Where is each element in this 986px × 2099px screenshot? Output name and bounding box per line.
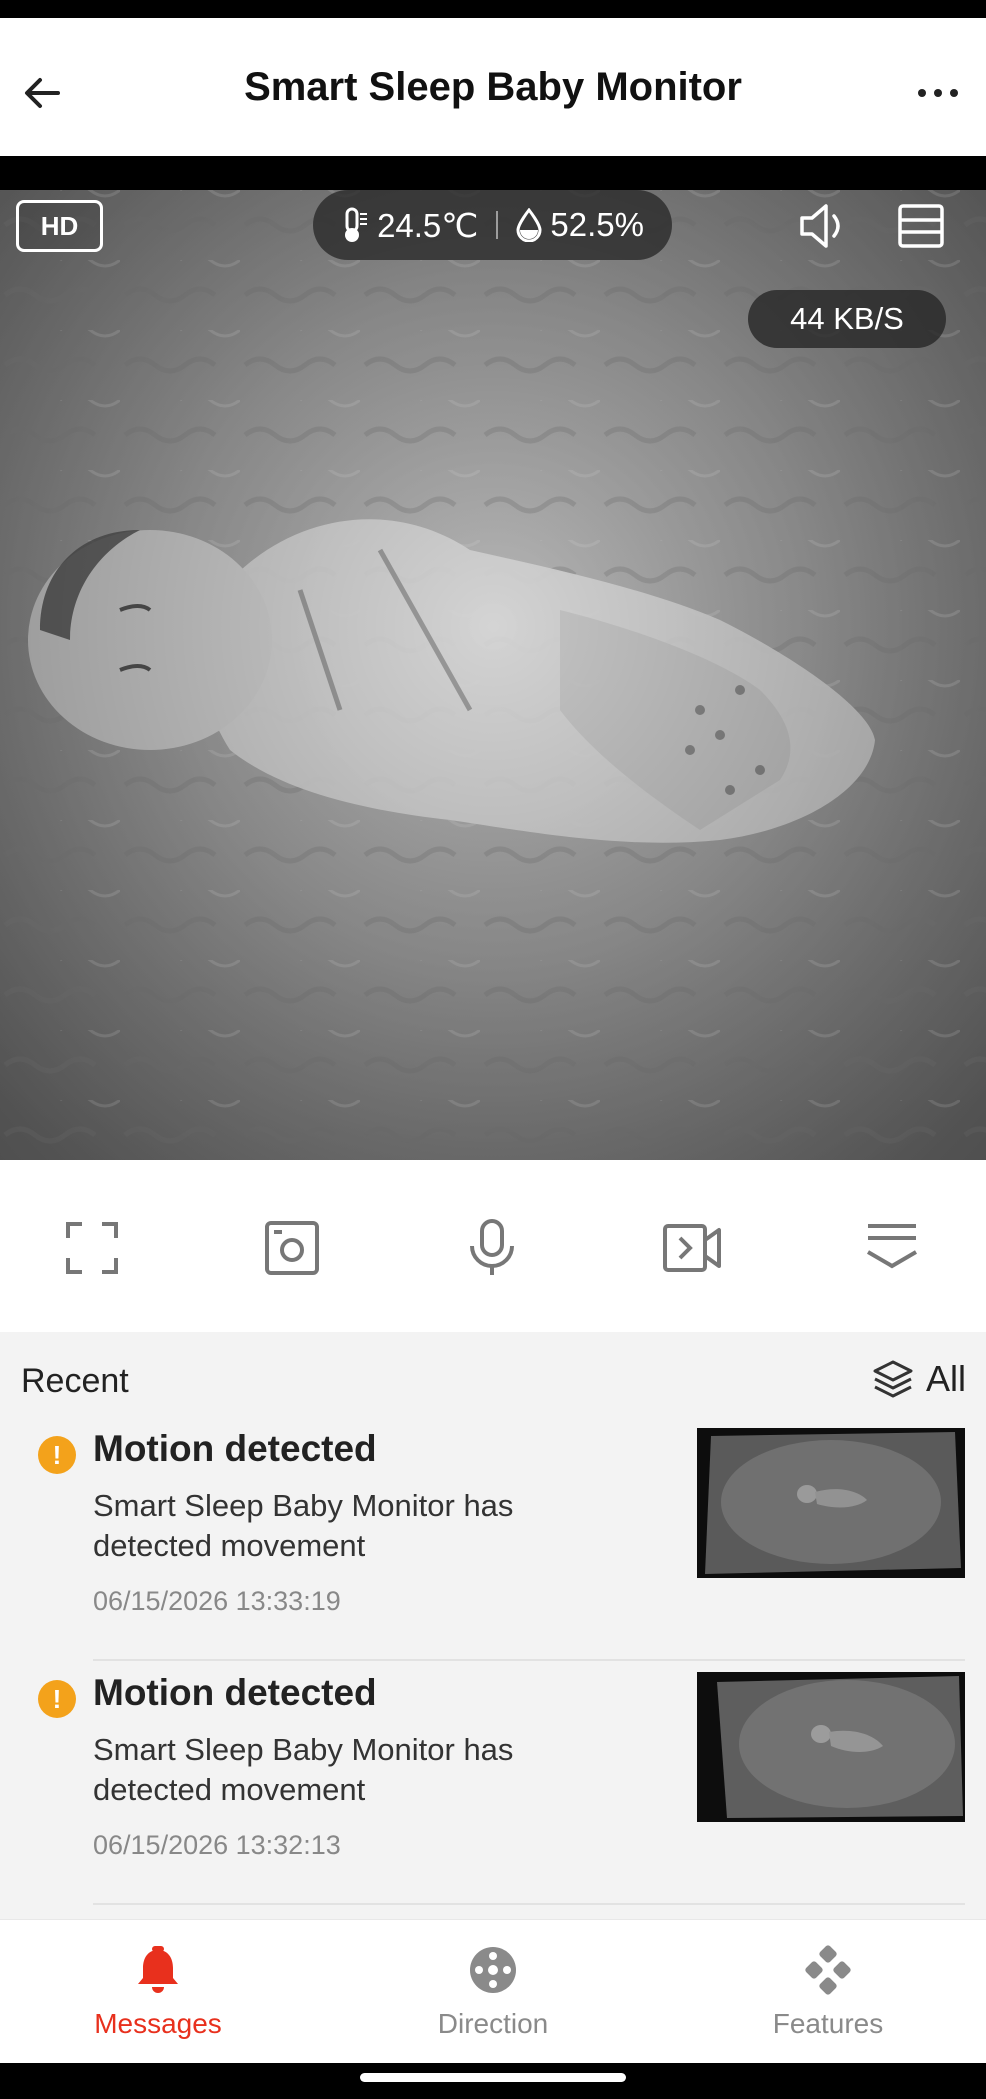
camera-snapshot-icon[interactable] — [262, 1218, 322, 1278]
video-record-icon[interactable] — [662, 1218, 722, 1278]
temperature-value: 24.5℃ — [377, 206, 479, 244]
layers-icon — [873, 1360, 913, 1398]
bottom-tab-bar: Messages Direction Features — [0, 1919, 986, 2063]
collapse-menu-icon[interactable] — [862, 1218, 922, 1278]
app-bar: Smart Sleep Baby Monitor — [0, 18, 986, 156]
event-thumbnail[interactable] — [697, 1672, 965, 1822]
hd-quality-toggle[interactable]: HD — [16, 200, 103, 252]
filter-all-button[interactable]: All — [872, 1358, 966, 1400]
video-top-strip — [0, 156, 986, 190]
bell-icon — [138, 1946, 178, 1993]
microphone-icon[interactable] — [462, 1218, 522, 1278]
tab-messages-label: Messages — [94, 2008, 222, 2039]
home-indicator[interactable] — [360, 2073, 626, 2082]
tab-features[interactable]: Features — [718, 1944, 938, 2054]
video-controls — [0, 1160, 986, 1332]
page-title: Smart Sleep Baby Monitor — [244, 64, 742, 109]
event-thumbnail[interactable] — [697, 1428, 965, 1578]
humidity-drop-icon — [516, 208, 542, 242]
tab-messages[interactable]: Messages — [48, 1944, 268, 2054]
event-description: Smart Sleep Baby Monitor has detected mo… — [93, 1732, 514, 1807]
event-title: Motion detected — [93, 1428, 377, 1469]
event-description: Smart Sleep Baby Monitor has detected mo… — [93, 1488, 514, 1563]
recent-heading: Recent — [21, 1362, 129, 1400]
event-timestamp: 06/15/2026 13:33:19 — [93, 1586, 341, 1616]
status-bar — [0, 0, 986, 18]
event-divider — [93, 1659, 965, 1661]
tab-direction-label: Direction — [437, 2008, 549, 2039]
thermometer-icon — [345, 207, 368, 242]
event-timestamp: 06/15/2026 13:32:13 — [93, 1830, 341, 1860]
arrow-left-icon[interactable] — [18, 68, 68, 118]
direction-pad-icon — [470, 1947, 516, 1993]
bitrate-indicator: 44 KB/S — [748, 290, 946, 348]
more-horizontal-icon[interactable] — [908, 68, 968, 118]
recent-events-panel: Recent All ! Motion detected Smart Sleep… — [0, 1332, 986, 1919]
fullscreen-icon[interactable] — [62, 1218, 122, 1278]
humidity-value: 52.5% — [550, 206, 644, 243]
event-item[interactable]: ! Motion detected Smart Sleep Baby Monit… — [0, 1672, 986, 1924]
system-nav-bar — [0, 2063, 986, 2099]
layout-icon[interactable] — [896, 202, 946, 250]
tab-features-label: Features — [772, 2008, 884, 2039]
speaker-icon[interactable] — [796, 200, 852, 252]
events-header: Recent All — [21, 1358, 966, 1412]
warning-icon: ! — [38, 1436, 76, 1474]
event-item[interactable]: ! Motion detected Smart Sleep Baby Monit… — [0, 1428, 986, 1680]
event-divider — [93, 1903, 965, 1905]
filter-all-label: All — [925, 1358, 966, 1399]
features-grid-icon — [805, 1945, 851, 1995]
tab-direction[interactable]: Direction — [383, 1944, 603, 2054]
warning-icon: ! — [38, 1680, 76, 1718]
event-title: Motion detected — [93, 1672, 377, 1713]
readout-divider — [496, 211, 499, 239]
environment-readout: 24.5℃ 52.5% — [313, 190, 672, 260]
live-video-feed[interactable]: HD 24.5℃ 52.5% 44 KB/S — [0, 190, 986, 1160]
